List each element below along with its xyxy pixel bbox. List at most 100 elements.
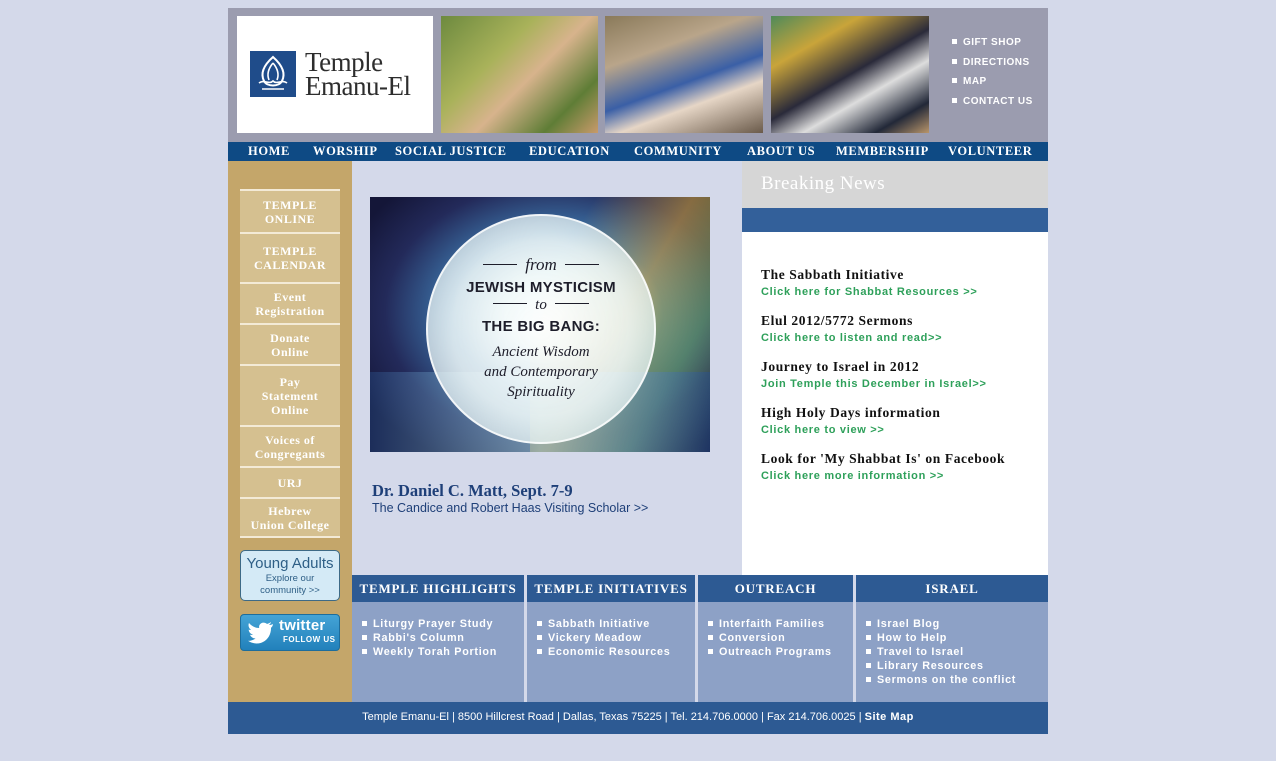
young-adults-subtitle: community >>	[260, 585, 320, 596]
box-link[interactable]: Interfaith Families	[708, 617, 832, 631]
box-link-label: Rabbi's Column	[373, 632, 465, 644]
bullet-icon	[537, 621, 542, 626]
logo-line-2: Emanu-El	[305, 71, 411, 101]
site-map-link[interactable]: Site Map	[865, 711, 914, 723]
news-item: Elul 2012/5772 Sermons Click here to lis…	[761, 313, 942, 344]
nav-worship[interactable]: WORSHIP	[313, 142, 378, 161]
news-item-link[interactable]: Join Temple this December in Israel>>	[761, 378, 987, 390]
bullet-icon	[952, 78, 957, 83]
news-item-link[interactable]: Click here to listen and read>>	[761, 332, 942, 344]
logo-text: Temple Emanu-El	[305, 49, 411, 101]
feature-subtitle-line: Ancient Wisdom	[492, 344, 590, 360]
feature-speaker-link[interactable]: Dr. Daniel C. Matt, Sept. 7-9	[372, 481, 573, 501]
dash-line	[493, 303, 528, 304]
feature-subtitle: Ancient Wisdom and Contemporary Spiritua…	[426, 342, 656, 402]
news-item-link[interactable]: Click here to view >>	[761, 424, 941, 436]
news-item-title: The Sabbath Initiative	[761, 267, 904, 282]
bullet-icon	[952, 39, 957, 44]
box-link[interactable]: Sabbath Initiative	[537, 617, 670, 631]
box-link[interactable]: Weekly Torah Portion	[362, 645, 497, 659]
sidebar-item-event-registration[interactable]: Event Registration	[240, 282, 340, 323]
feature-banner[interactable]: from JEWISH MYSTICISM to THE BIG BANG: A…	[370, 197, 710, 452]
box-link[interactable]: Economic Resources	[537, 645, 670, 659]
sidebar-item-label: Online	[271, 344, 309, 359]
box-title[interactable]: ISRAEL	[856, 575, 1048, 602]
news-item: High Holy Days information Click here to…	[761, 405, 941, 436]
feature-title-1: JEWISH MYSTICISM	[466, 279, 616, 296]
sidebar-item-label: Event	[273, 289, 307, 304]
twitter-follow-button[interactable]: twitter FOLLOW US	[240, 614, 340, 651]
breaking-news-bar	[742, 208, 1048, 232]
feature-to-word: to	[535, 297, 547, 313]
header-photo-garden	[441, 16, 598, 133]
box-link[interactable]: Liturgy Prayer Study	[362, 617, 497, 631]
box-list: Liturgy Prayer Study Rabbi's Column Week…	[362, 617, 497, 659]
sidebar-item-donate-online[interactable]: Donate Online	[240, 323, 340, 364]
news-item: Look for 'My Shabbat Is' on Facebook Cli…	[761, 451, 1005, 482]
breaking-news-list: The Sabbath Initiative Click here for Sh…	[742, 232, 1048, 575]
box-link-label: Liturgy Prayer Study	[373, 618, 494, 630]
sidebar-item-hebrew-union-college[interactable]: Hebrew Union College	[240, 497, 340, 536]
feature-to: to	[426, 297, 656, 314]
top-link-label: MAP	[963, 76, 987, 87]
nav-education[interactable]: EDUCATION	[529, 142, 610, 161]
news-item-title: Look for 'My Shabbat Is' on Facebook	[761, 451, 1006, 466]
news-item-link[interactable]: Click here for Shabbat Resources >>	[761, 286, 977, 298]
sidebar-item-temple-calendar[interactable]: TEMPLE CALENDAR	[240, 232, 340, 282]
box-link[interactable]: Rabbi's Column	[362, 631, 497, 645]
young-adults-button[interactable]: Young Adults Explore our community >>	[240, 550, 340, 601]
breaking-news-header: Breaking News	[742, 161, 1048, 208]
box-link-label: Library Resources	[877, 660, 984, 672]
nav-social-justice[interactable]: SOCIAL JUSTICE	[395, 142, 507, 161]
top-link-gift-shop[interactable]: GIFT SHOP	[952, 38, 1048, 48]
top-link-map[interactable]: MAP	[952, 77, 1048, 87]
feature-scholar-link[interactable]: The Candice and Robert Haas Visiting Sch…	[372, 501, 648, 515]
box-link-label: Economic Resources	[548, 646, 671, 658]
feature-subtitle-line: and Contemporary	[484, 364, 598, 380]
box-link-label: Israel Blog	[877, 618, 940, 630]
box-link[interactable]: Library Resources	[866, 659, 1016, 673]
dash-line	[483, 264, 518, 265]
nav-volunteer[interactable]: VOLUNTEER	[948, 142, 1032, 161]
box-title[interactable]: OUTREACH	[698, 575, 853, 602]
nav-about-us[interactable]: ABOUT US	[747, 142, 815, 161]
bullet-icon	[708, 649, 713, 654]
top-link-contact-us[interactable]: CONTACT US	[952, 96, 1048, 107]
young-adults-title: Young Adults	[246, 555, 334, 572]
box-link-label: Conversion	[719, 632, 786, 644]
box-title[interactable]: TEMPLE HIGHLIGHTS	[352, 575, 524, 602]
box-link[interactable]: Outreach Programs	[708, 645, 832, 659]
sidebar-item-voices-of-congregants[interactable]: Voices of Congregants	[240, 425, 340, 466]
box-list: Interfaith Families Conversion Outreach …	[708, 617, 832, 659]
news-item-link[interactable]: Click here more information >>	[761, 470, 1005, 482]
sidebar-item-temple-online[interactable]: TEMPLE ONLINE	[240, 189, 340, 232]
sidebar-item-label: TEMPLE	[263, 197, 317, 212]
box-link[interactable]: Sermons on the conflict	[866, 673, 1016, 687]
bullet-icon	[362, 649, 367, 654]
top-link-directions[interactable]: DIRECTIONS	[952, 57, 1048, 68]
left-sidebar: TEMPLE ONLINE TEMPLE CALENDAR Event Registr…	[228, 161, 352, 702]
news-item-title: Elul 2012/5772 Sermons	[761, 313, 913, 328]
sidebar-item-urj[interactable]: URJ	[240, 466, 340, 497]
sidebar-item-label: Statement	[261, 388, 319, 403]
logo[interactable]: Temple Emanu-El	[237, 16, 433, 133]
box-link-label: Interfaith Families	[719, 618, 825, 630]
temple-emanu-el-logo-icon	[250, 51, 296, 97]
box-link[interactable]: How to Help	[866, 631, 1016, 645]
dash-line	[564, 264, 599, 265]
sidebar-item-pay-statement-online[interactable]: Pay Statement Online	[240, 364, 340, 425]
box-link[interactable]: Israel Blog	[866, 617, 1016, 631]
box-link[interactable]: Vickery Meadow	[537, 631, 670, 645]
box-link-label: Sermons on the conflict	[877, 674, 1017, 686]
box-link[interactable]: Conversion	[708, 631, 832, 645]
box-link[interactable]: Travel to Israel	[866, 645, 1016, 659]
sidebar-item-label: Hebrew	[268, 503, 312, 518]
sidebar-item-label: CALENDAR	[253, 258, 326, 272]
box-title[interactable]: TEMPLE INITIATIVES	[527, 575, 695, 602]
nav-community[interactable]: COMMUNITY	[634, 142, 722, 161]
header: Temple Emanu-El GIFT SHOP DIRECTIONS MAP…	[228, 8, 1048, 142]
nav-membership[interactable]: MEMBERSHIP	[836, 142, 929, 161]
top-link-label: GIFT SHOP	[963, 37, 1022, 48]
nav-home[interactable]: HOME	[248, 142, 290, 161]
news-item-title: Journey to Israel in 2012	[761, 359, 920, 374]
